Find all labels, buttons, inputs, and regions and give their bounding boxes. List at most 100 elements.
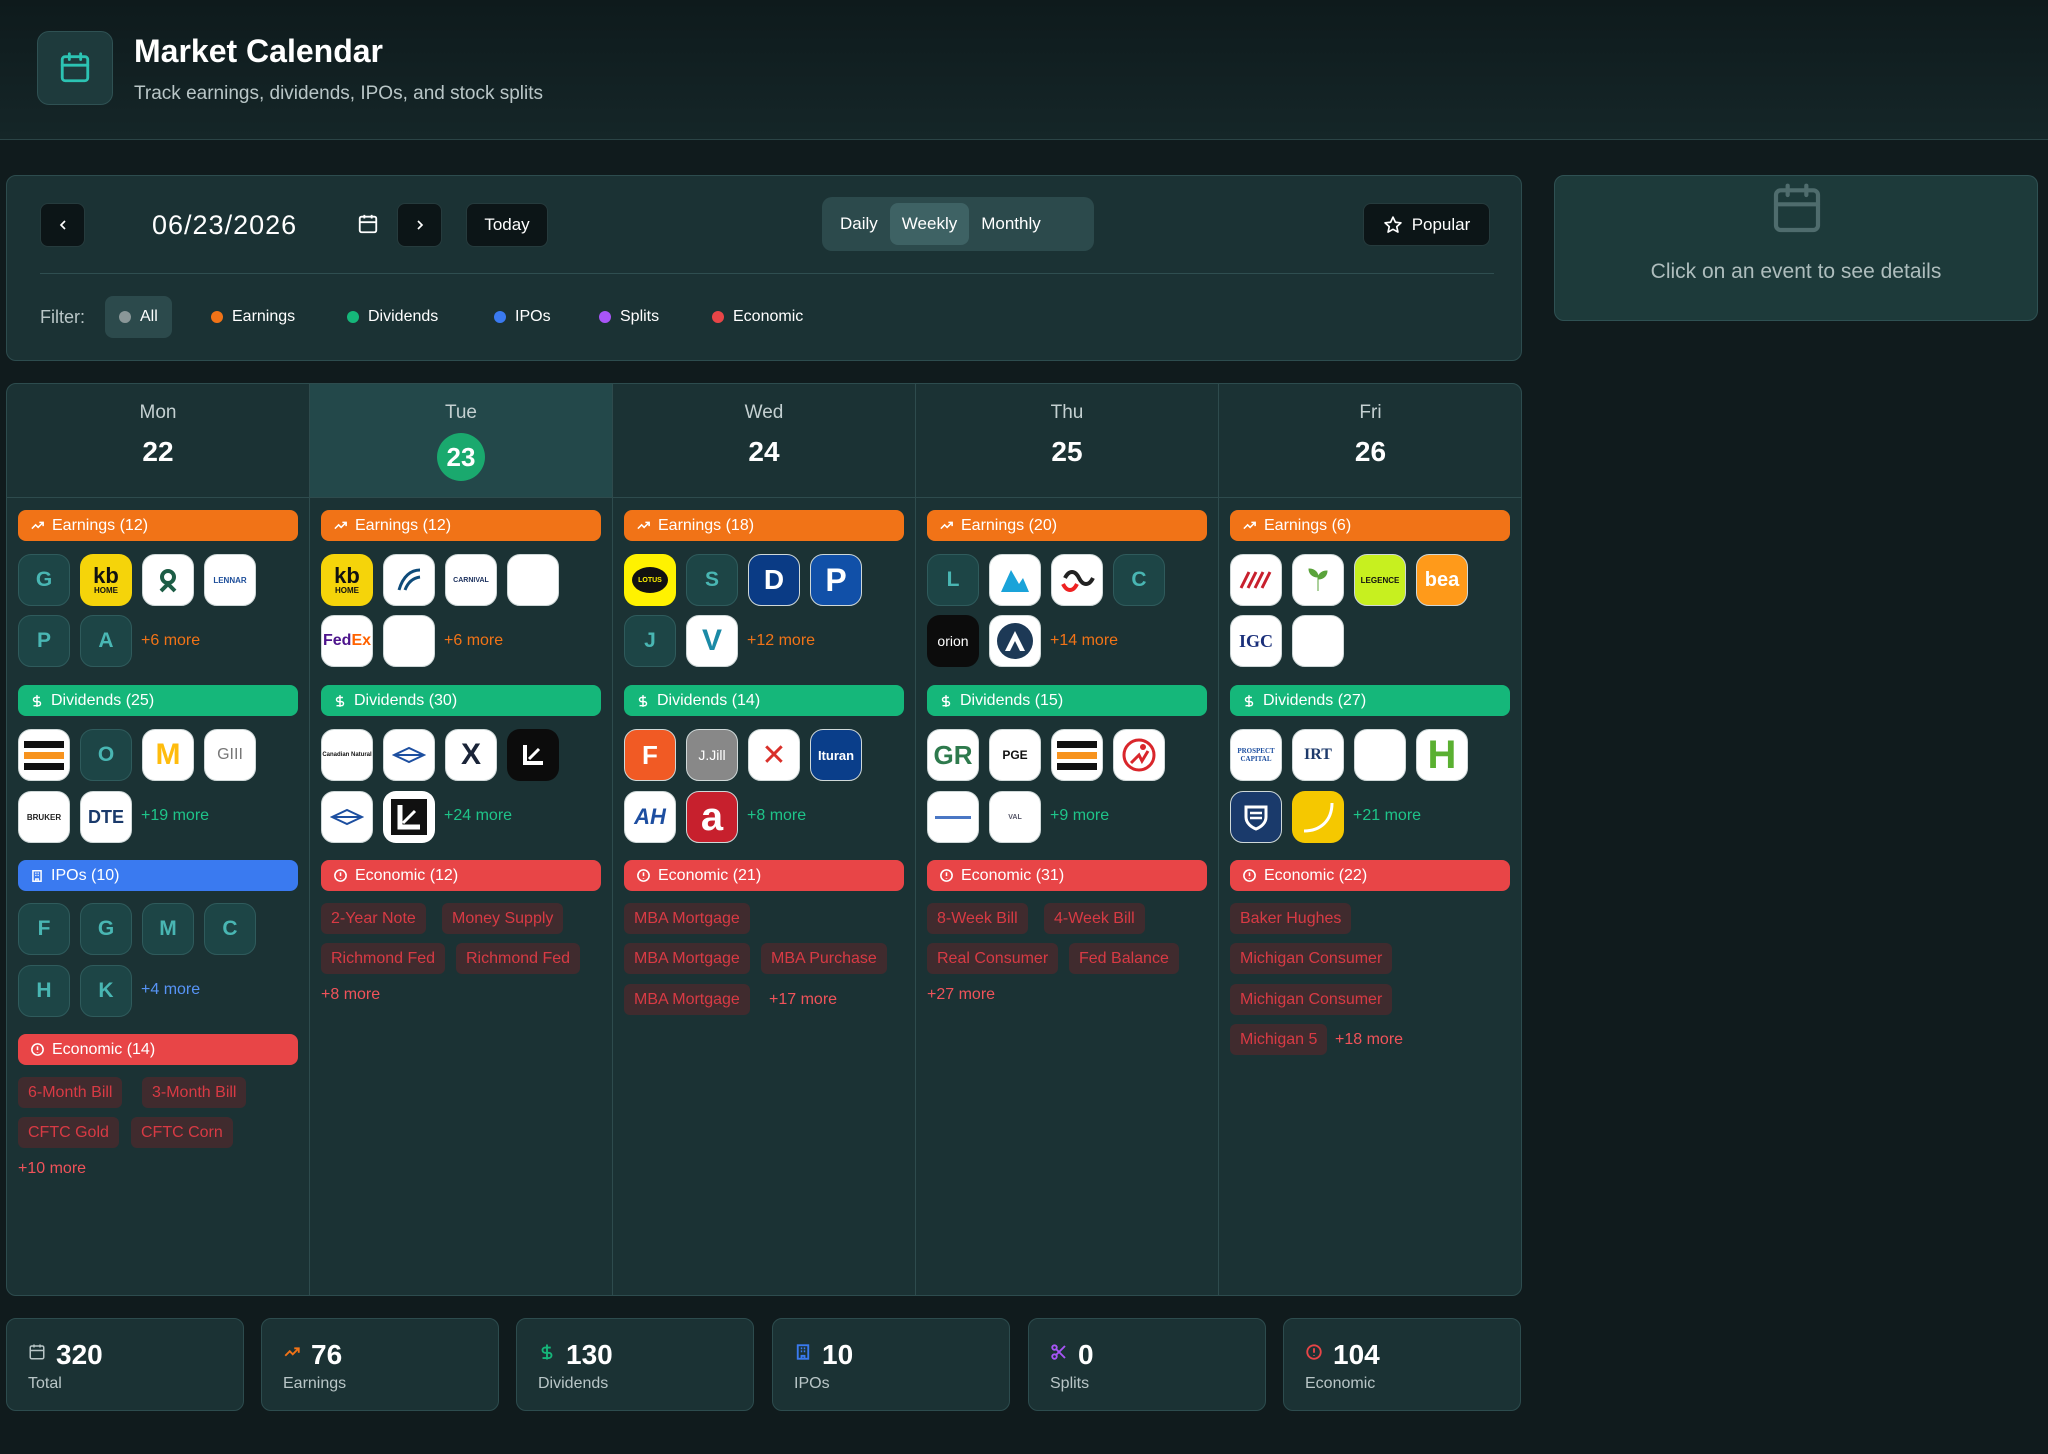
- economic-event[interactable]: 3-Month Bill: [142, 1077, 247, 1108]
- ipo-logo[interactable]: C: [204, 903, 256, 955]
- date-picker-icon[interactable]: [357, 212, 379, 241]
- company-logo[interactable]: [507, 554, 559, 606]
- economic-band[interactable]: Economic (31): [927, 860, 1207, 891]
- lennar-logo[interactable]: LENNAR: [204, 554, 256, 606]
- giii-logo[interactable]: GIII: [204, 729, 256, 781]
- v-logo[interactable]: V: [686, 615, 738, 667]
- gr-logo[interactable]: GR: [927, 729, 979, 781]
- date-input[interactable]: 06/23/2026: [152, 210, 297, 241]
- tab-monthly[interactable]: Monthly: [969, 203, 1053, 245]
- pge-logo[interactable]: PGE: [989, 729, 1041, 781]
- dividends-band[interactable]: Dividends (14): [624, 685, 904, 716]
- igc-logo[interactable]: IGC: [1230, 615, 1282, 667]
- economic-band[interactable]: Economic (14): [18, 1034, 298, 1065]
- economic-band[interactable]: Economic (22): [1230, 860, 1510, 891]
- carnival-logo[interactable]: CARNIVAL: [445, 554, 497, 606]
- a-logo[interactable]: [989, 615, 1041, 667]
- economic-event[interactable]: MBA Mortgage: [624, 903, 750, 934]
- more-link[interactable]: +27 more: [927, 986, 995, 1004]
- kb-home-logo[interactable]: kb HOME: [321, 554, 373, 606]
- mcdonalds-logo[interactable]: M: [142, 729, 194, 781]
- diamond-logo[interactable]: [321, 791, 373, 843]
- orion-logo[interactable]: orion: [927, 615, 979, 667]
- more-link[interactable]: +9 more: [1050, 807, 1109, 825]
- company-logo[interactable]: C: [1113, 554, 1165, 606]
- ipo-logo[interactable]: K: [80, 965, 132, 1017]
- more-link[interactable]: +18 more: [1335, 1031, 1403, 1049]
- dte-logo[interactable]: DTE: [80, 791, 132, 843]
- next-button[interactable]: [397, 203, 442, 247]
- economic-event[interactable]: 6-Month Bill: [18, 1077, 123, 1108]
- ipos-band[interactable]: IPOs (10): [18, 860, 298, 891]
- more-link[interactable]: +24 more: [444, 807, 512, 825]
- x-logo[interactable]: X: [445, 729, 497, 781]
- company-logo[interactable]: J: [624, 615, 676, 667]
- economic-event[interactable]: CFTC Corn: [131, 1117, 233, 1148]
- l-logo[interactable]: [383, 791, 435, 843]
- economic-band[interactable]: Economic (21): [624, 860, 904, 891]
- l-logo[interactable]: [507, 729, 559, 781]
- fedex-logo[interactable]: Fed Ex: [321, 615, 373, 667]
- a-logo[interactable]: a: [686, 791, 738, 843]
- ituran-logo[interactable]: Ituran: [810, 729, 862, 781]
- stripes-logo[interactable]: [18, 729, 70, 781]
- more-link[interactable]: +8 more: [321, 986, 380, 1004]
- bruker-logo[interactable]: BRUKER: [18, 791, 70, 843]
- filter-economic[interactable]: Economic: [712, 296, 803, 338]
- economic-event[interactable]: 8-Week Bill: [927, 903, 1028, 934]
- ipo-logo[interactable]: M: [142, 903, 194, 955]
- prev-button[interactable]: [40, 203, 85, 247]
- economic-event[interactable]: CFTC Gold: [18, 1117, 119, 1148]
- economic-event[interactable]: Money Supply: [442, 903, 564, 934]
- earnings-band[interactable]: Earnings (12): [321, 510, 601, 541]
- company-logo[interactable]: [1292, 615, 1344, 667]
- company-logo[interactable]: [927, 791, 979, 843]
- economic-event[interactable]: MBA Mortgage: [624, 984, 750, 1015]
- legence-logo[interactable]: LEGENCE: [1354, 554, 1406, 606]
- earnings-band[interactable]: Earnings (6): [1230, 510, 1510, 541]
- dividends-band[interactable]: Dividends (15): [927, 685, 1207, 716]
- company-logo[interactable]: P: [18, 615, 70, 667]
- daktronics-logo[interactable]: D: [748, 554, 800, 606]
- lotus-logo[interactable]: LOTUS: [624, 554, 676, 606]
- economic-event[interactable]: Michigan Consumer: [1230, 943, 1393, 974]
- canadian-natural-logo[interactable]: Canadian Natural: [321, 729, 373, 781]
- company-logo[interactable]: [383, 615, 435, 667]
- ah-logo[interactable]: AH: [624, 791, 676, 843]
- wave-logo[interactable]: [383, 554, 435, 606]
- irt-logo[interactable]: IRT: [1292, 729, 1344, 781]
- dividends-band[interactable]: Dividends (27): [1230, 685, 1510, 716]
- runner-logo[interactable]: [1113, 729, 1165, 781]
- dividends-band[interactable]: Dividends (25): [18, 685, 298, 716]
- more-link[interactable]: +14 more: [1050, 632, 1118, 650]
- shield-logo[interactable]: [1230, 791, 1282, 843]
- economic-event[interactable]: Michigan 5: [1230, 1024, 1328, 1055]
- economic-band[interactable]: Economic (12): [321, 860, 601, 891]
- popular-button[interactable]: Popular: [1363, 203, 1490, 246]
- more-link[interactable]: +6 more: [141, 632, 200, 650]
- economic-event[interactable]: Michigan Consumer: [1230, 984, 1393, 1015]
- yellow-logo[interactable]: [1292, 791, 1344, 843]
- more-link[interactable]: +17 more: [769, 991, 837, 1009]
- earnings-band[interactable]: Earnings (12): [18, 510, 298, 541]
- more-link[interactable]: +21 more: [1353, 807, 1421, 825]
- earnings-band[interactable]: Earnings (20): [927, 510, 1207, 541]
- company-logo[interactable]: VAL: [989, 791, 1041, 843]
- filter-dividends[interactable]: Dividends: [347, 296, 438, 338]
- ipo-logo[interactable]: H: [18, 965, 70, 1017]
- ipo-logo[interactable]: F: [18, 903, 70, 955]
- filter-earnings[interactable]: Earnings: [211, 296, 295, 338]
- more-link[interactable]: +8 more: [747, 807, 806, 825]
- paychex-logo[interactable]: P: [810, 554, 862, 606]
- company-logo[interactable]: S: [686, 554, 738, 606]
- economic-event[interactable]: Baker Hughes: [1230, 903, 1352, 934]
- h-logo[interactable]: H: [1416, 729, 1468, 781]
- stripes-red-logo[interactable]: [1230, 554, 1282, 606]
- filter-all[interactable]: All: [105, 296, 172, 338]
- diamond-logo[interactable]: [383, 729, 435, 781]
- more-link[interactable]: +6 more: [444, 632, 503, 650]
- jjill-logo[interactable]: J.Jill: [686, 729, 738, 781]
- filter-splits[interactable]: Splits: [599, 296, 659, 338]
- company-logo[interactable]: G: [18, 554, 70, 606]
- ipo-logo[interactable]: G: [80, 903, 132, 955]
